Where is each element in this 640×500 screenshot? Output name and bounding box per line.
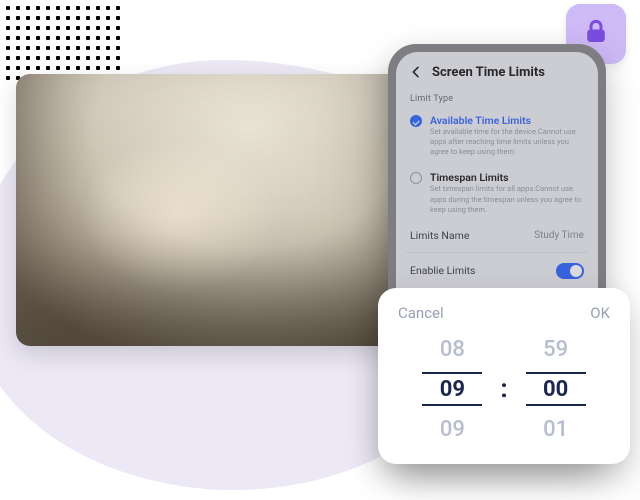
enable-limits-row[interactable]: Enablie Limits	[396, 253, 598, 289]
limits-name-label: Limits Name	[410, 229, 469, 242]
hour-prev: 08	[422, 332, 482, 366]
radio-unchecked-icon	[410, 172, 422, 184]
back-icon[interactable]	[408, 64, 424, 80]
minute-next: 01	[526, 412, 586, 446]
minute-prev: 59	[526, 332, 586, 366]
time-wheel[interactable]: 08 09 09 : 59 00 01	[398, 332, 610, 446]
limits-name-row[interactable]: Limits Name Study Time	[396, 219, 598, 252]
time-picker: Cancel OK 08 09 09 : 59 00 01	[378, 288, 630, 464]
enable-limits-label: Enablie Limits	[410, 264, 475, 277]
screen-header: Screen Time Limits	[396, 52, 598, 88]
enable-limits-toggle[interactable]	[556, 263, 584, 279]
hour-selected: 09	[422, 372, 482, 406]
minute-selected: 00	[526, 372, 586, 406]
radio-checked-icon	[410, 115, 422, 127]
option-timespan-desc: Set timespan limits for all apps.Cannot …	[430, 184, 584, 214]
minutes-column[interactable]: 59 00 01	[526, 332, 586, 446]
option-available-desc: Set available time for the device.Cannot…	[430, 127, 584, 157]
option-timespan-limits[interactable]: Timespan Limits Set timespan limits for …	[410, 167, 584, 216]
limit-type-section: Limit Type Available Time Limits Set ava…	[396, 88, 598, 219]
ok-button[interactable]: OK	[590, 304, 610, 322]
cancel-button[interactable]: Cancel	[398, 304, 444, 322]
option-timespan-title: Timespan Limits	[430, 171, 584, 184]
option-available-title: Available Time Limits	[430, 114, 584, 127]
limit-type-label: Limit Type	[410, 94, 584, 104]
hero-photo	[16, 74, 404, 346]
screen-title: Screen Time Limits	[432, 65, 545, 80]
hours-column[interactable]: 08 09 09	[422, 332, 482, 446]
time-colon: :	[500, 374, 507, 404]
hour-next: 09	[422, 412, 482, 446]
option-available-time-limits[interactable]: Available Time Limits Set available time…	[410, 110, 584, 159]
limits-name-value: Study Time	[534, 230, 584, 241]
